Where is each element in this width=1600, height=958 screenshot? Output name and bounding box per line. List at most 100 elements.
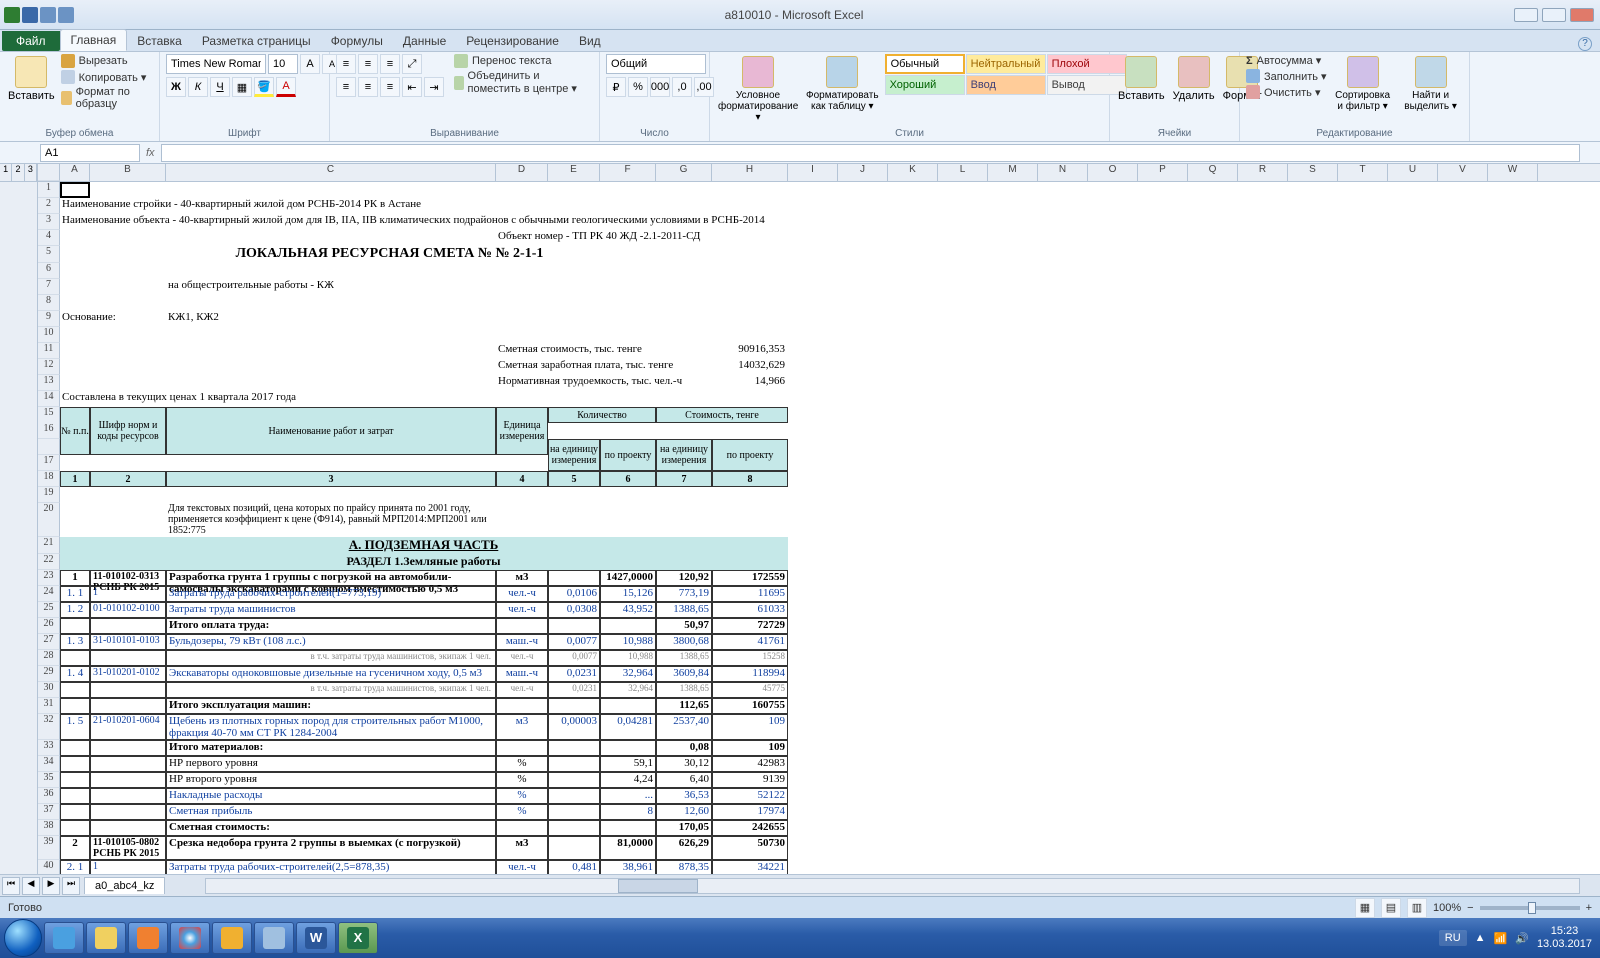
tab-review[interactable]: Рецензирование	[456, 31, 569, 51]
formula-input[interactable]	[161, 144, 1580, 162]
copy-button[interactable]: Копировать ▾	[61, 70, 153, 84]
sort-filter-button[interactable]: Сортировка и фильтр ▾	[1331, 54, 1395, 114]
border-button[interactable]: ▦	[232, 77, 252, 97]
outline-pane[interactable]: 123	[0, 164, 38, 874]
selected-cell[interactable]	[60, 182, 90, 198]
comma-button[interactable]: 000	[650, 77, 670, 97]
zoom-slider[interactable]	[1480, 906, 1580, 910]
tab-view[interactable]: Вид	[569, 31, 611, 51]
tab-data[interactable]: Данные	[393, 31, 456, 51]
view-layout-button[interactable]: ▤	[1381, 898, 1401, 918]
scroll-thumb[interactable]	[618, 879, 698, 893]
grow-font-button[interactable]: A	[300, 54, 320, 74]
language-indicator[interactable]: RU	[1439, 930, 1467, 946]
clear-button[interactable]: Очистить ▾	[1246, 85, 1327, 99]
col-header[interactable]: B	[90, 164, 166, 181]
align-right-button[interactable]: ≡	[380, 77, 400, 97]
taskbar-clock[interactable]: 15:23 13.03.2017	[1537, 925, 1596, 951]
worksheet-grid[interactable]: A B C D E F G H IJKLMNOPQRSTUVW 12Наимен…	[38, 164, 1600, 874]
tab-layout[interactable]: Разметка страницы	[192, 31, 321, 51]
cond-format-button[interactable]: Условное форматирование ▾	[716, 54, 800, 125]
restore-button[interactable]	[1542, 8, 1566, 22]
currency-button[interactable]: ₽	[606, 77, 626, 97]
close-button[interactable]	[1570, 8, 1594, 22]
inc-decimal-button[interactable]: ,0	[672, 77, 692, 97]
sheet-tab[interactable]: a0_abc4_kz	[84, 877, 165, 894]
col-header[interactable]: E	[548, 164, 600, 181]
underline-button[interactable]: Ч	[210, 77, 230, 97]
percent-button[interactable]: %	[628, 77, 648, 97]
align-bottom-button[interactable]: ≡	[380, 54, 400, 74]
tray-sound-icon[interactable]: 🔊	[1515, 932, 1529, 945]
redo-icon[interactable]	[58, 7, 74, 23]
horizontal-scrollbar[interactable]	[205, 878, 1580, 894]
undo-icon[interactable]	[40, 7, 56, 23]
taskbar-excel[interactable]: X	[338, 922, 378, 954]
style-neutral[interactable]: Нейтральный	[966, 54, 1046, 74]
view-normal-button[interactable]: ▦	[1355, 898, 1375, 918]
help-icon[interactable]: ?	[1578, 37, 1592, 51]
taskbar-media[interactable]	[128, 922, 168, 954]
paste-label: Вставить	[8, 90, 55, 102]
tab-nav-prev[interactable]: ◀	[22, 877, 40, 895]
paste-button[interactable]: Вставить	[6, 54, 57, 104]
start-button[interactable]	[4, 919, 42, 957]
name-box[interactable]	[40, 144, 140, 162]
zoom-out-button[interactable]: −	[1467, 902, 1473, 914]
tab-nav-first[interactable]: ⏮	[2, 877, 20, 895]
minimize-button[interactable]	[1514, 8, 1538, 22]
taskbar-ie[interactable]	[44, 922, 84, 954]
taskbar-word[interactable]: W	[296, 922, 336, 954]
format-table-button[interactable]: Форматировать как таблицу ▾	[804, 54, 881, 114]
tab-nav-last[interactable]: ⏭	[62, 877, 80, 895]
autosum-button[interactable]: ΣАвтосумма ▾	[1246, 54, 1327, 67]
fx-icon[interactable]: fx	[140, 147, 161, 159]
merge-icon	[454, 76, 464, 90]
format-painter-button[interactable]: Формат по образцу	[61, 86, 153, 110]
tab-formulas[interactable]: Формулы	[321, 31, 393, 51]
taskbar-app1[interactable]	[254, 922, 294, 954]
tab-insert[interactable]: Вставка	[127, 31, 192, 51]
col-header[interactable]: G	[656, 164, 712, 181]
style-normal[interactable]: Обычный	[885, 54, 965, 74]
align-left-button[interactable]: ≡	[336, 77, 356, 97]
align-center-button[interactable]: ≡	[358, 77, 378, 97]
view-break-button[interactable]: ▥	[1407, 898, 1427, 918]
fill-color-button[interactable]: 🪣	[254, 77, 274, 97]
italic-button[interactable]: К	[188, 77, 208, 97]
align-middle-button[interactable]: ≡	[358, 54, 378, 74]
align-top-button[interactable]: ≡	[336, 54, 356, 74]
orientation-button[interactable]: ⤢	[402, 54, 422, 74]
file-tab[interactable]: Файл	[2, 31, 60, 51]
find-select-button[interactable]: Найти и выделить ▾	[1399, 54, 1463, 114]
col-header[interactable]: A	[60, 164, 90, 181]
tray-flag-icon[interactable]: ▲	[1475, 932, 1486, 944]
insert-cells-button[interactable]: Вставить	[1116, 54, 1167, 104]
font-name-combo[interactable]	[166, 54, 266, 74]
indent-inc-button[interactable]: ⇥	[424, 77, 444, 97]
font-size-combo[interactable]	[268, 54, 298, 74]
save-icon[interactable]	[22, 7, 38, 23]
indent-dec-button[interactable]: ⇤	[402, 77, 422, 97]
col-header[interactable]: F	[600, 164, 656, 181]
col-header[interactable]: D	[496, 164, 548, 181]
tab-nav-next[interactable]: ▶	[42, 877, 60, 895]
tray-network-icon[interactable]: 📶	[1494, 932, 1508, 945]
col-header[interactable]: C	[166, 164, 496, 181]
tab-home[interactable]: Главная	[60, 29, 128, 51]
font-color-button[interactable]: A	[276, 77, 296, 97]
col-header[interactable]: H	[712, 164, 788, 181]
taskbar-chrome[interactable]	[170, 922, 210, 954]
style-good[interactable]: Хороший	[885, 75, 965, 95]
taskbar-outlook[interactable]	[212, 922, 252, 954]
zoom-in-button[interactable]: +	[1586, 902, 1592, 914]
delete-cells-button[interactable]: Удалить	[1171, 54, 1217, 104]
bold-button[interactable]: Ж	[166, 77, 186, 97]
number-format-combo[interactable]	[606, 54, 706, 74]
wrap-text-button[interactable]: Перенос текста	[454, 54, 593, 68]
merge-center-button[interactable]: Объединить и поместить в центре ▾	[454, 70, 593, 95]
fill-button[interactable]: Заполнить ▾	[1246, 69, 1327, 83]
style-input[interactable]: Ввод	[966, 75, 1046, 95]
cut-button[interactable]: Вырезать	[61, 54, 153, 68]
taskbar-explorer[interactable]	[86, 922, 126, 954]
